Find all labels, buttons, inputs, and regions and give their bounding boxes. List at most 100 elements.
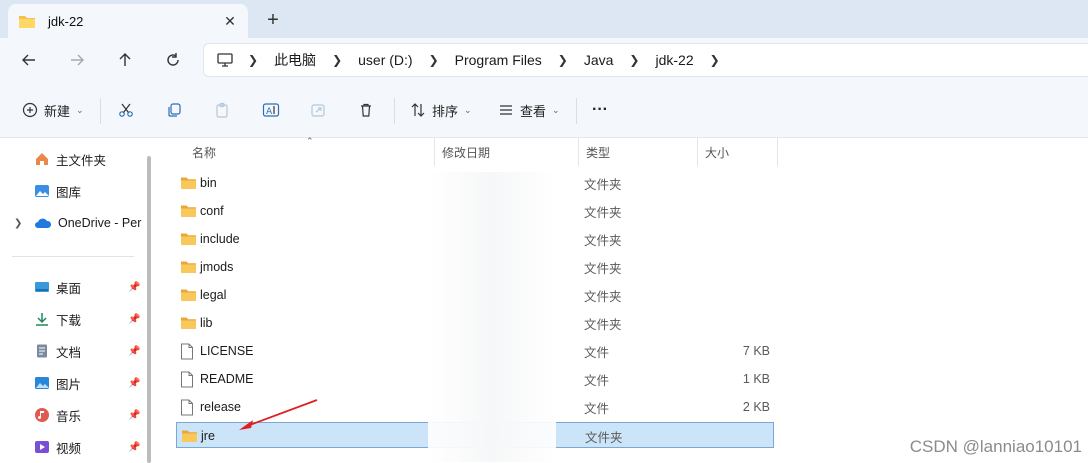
sidebar-item-label: 视频: [56, 441, 82, 456]
new-label: 新建: [44, 103, 71, 119]
pictures-icon: [35, 377, 49, 389]
folder-icon: [180, 198, 197, 224]
share-icon: [311, 104, 325, 117]
column-name-label: 名称: [192, 145, 217, 160]
file-name: include: [200, 232, 240, 246]
column-size-label: 大小: [705, 145, 730, 160]
breadcrumb-drive-d[interactable]: user (D:): [348, 52, 422, 68]
up-button[interactable]: [112, 48, 138, 72]
navigation-bar: ❯ 此电脑 ❯ user (D:) ❯ Program Files ❯ Java…: [0, 38, 1088, 82]
back-arrow-icon: [22, 54, 35, 66]
sidebar-item-label: 下载: [56, 313, 82, 328]
chevron-right-icon: ❯: [332, 53, 343, 67]
file-name: LICENSE: [200, 344, 254, 358]
sidebar-item-home[interactable]: 主文件夹: [34, 148, 106, 170]
videos-icon: [35, 441, 49, 453]
column-divider[interactable]: [777, 138, 778, 166]
sidebar-item-downloads[interactable]: 下载: [34, 308, 81, 330]
delete-button[interactable]: [358, 96, 374, 124]
rename-icon: A: [262, 103, 280, 117]
folder-icon: [181, 289, 196, 301]
file-name: bin: [200, 176, 217, 190]
breadcrumb-program-files[interactable]: Program Files: [445, 52, 552, 68]
divider: [12, 256, 134, 257]
folder-icon: [181, 261, 196, 273]
file-type: 文件夹: [584, 317, 622, 332]
pin-icon[interactable]: 📌: [128, 378, 140, 389]
redacted-dates: [428, 172, 556, 462]
gallery-icon: [35, 185, 49, 197]
file-type: 文件夹: [584, 261, 622, 276]
new-tab-button[interactable]: +: [260, 8, 286, 32]
tab-jdk-22[interactable]: jdk-22 ✕: [8, 4, 248, 38]
address-bar[interactable]: ❯ 此电脑 ❯ user (D:) ❯ Program Files ❯ Java…: [203, 43, 1088, 77]
sidebar-item-gallery[interactable]: 图库: [34, 180, 81, 202]
sidebar-item-videos[interactable]: 视频: [34, 436, 81, 458]
file-icon: [180, 394, 194, 420]
close-icon[interactable]: ✕: [218, 9, 242, 33]
file-icon: [180, 366, 194, 392]
file-type: 文件: [584, 373, 610, 388]
column-header-size[interactable]: 大小: [697, 138, 777, 166]
sidebar-item-documents[interactable]: 文档: [34, 340, 81, 362]
file-icon: [180, 338, 194, 364]
sidebar-item-music[interactable]: 音乐: [34, 404, 81, 426]
file-size: [690, 170, 770, 196]
breadcrumb-this-pc[interactable]: 此电脑: [264, 50, 326, 70]
sidebar-item-desktop[interactable]: 桌面: [34, 276, 81, 298]
refresh-icon: [167, 53, 179, 66]
paste-button[interactable]: [214, 96, 230, 124]
copy-icon: [168, 103, 181, 117]
pin-icon[interactable]: 📌: [128, 314, 140, 325]
column-header-type[interactable]: 类型: [578, 138, 698, 166]
back-button[interactable]: [16, 48, 42, 72]
divider: [576, 98, 577, 124]
pin-icon[interactable]: 📌: [128, 442, 140, 453]
share-button[interactable]: [310, 96, 326, 124]
chevron-right-icon: ❯: [248, 53, 259, 67]
more-options-button[interactable]: ···: [592, 96, 608, 124]
folder-icon: [181, 177, 196, 189]
sidebar-item-label: 桌面: [56, 281, 82, 296]
file-name: conf: [200, 204, 224, 218]
folder-icon: [181, 317, 196, 329]
pin-icon[interactable]: 📌: [128, 346, 140, 357]
sidebar-scrollbar[interactable]: [147, 156, 151, 463]
folder-icon: [181, 205, 196, 217]
file-size: 7 KB: [742, 344, 770, 358]
refresh-button[interactable]: [160, 48, 186, 72]
new-button[interactable]: 新建 ⌄: [22, 96, 84, 124]
file-type: 文件夹: [584, 289, 622, 304]
file-name: README: [200, 372, 254, 386]
sidebar-item-label: 文档: [56, 345, 82, 360]
sort-label: 排序: [432, 103, 459, 119]
file-size: [690, 226, 770, 252]
desktop-icon: [35, 282, 49, 292]
sidebar-item-label: 主文件夹: [56, 153, 107, 168]
folder-icon: [180, 254, 197, 280]
pin-icon[interactable]: 📌: [128, 282, 140, 293]
cut-button[interactable]: [118, 96, 134, 124]
forward-button[interactable]: [64, 48, 90, 72]
tab-title: jdk-22: [48, 13, 84, 29]
sidebar-item-pictures[interactable]: 图片: [34, 372, 81, 394]
view-button[interactable]: 查看 ⌄: [498, 96, 560, 124]
forward-arrow-icon: [71, 54, 84, 66]
sidebar-item-label: OneDrive - Per: [58, 216, 142, 230]
sort-button[interactable]: 排序 ⌄: [410, 96, 472, 124]
chevron-right-icon[interactable]: ❯: [704, 53, 726, 67]
copy-button[interactable]: [166, 96, 182, 124]
pin-icon[interactable]: 📌: [128, 410, 140, 421]
chevron-right-icon: ❯: [629, 53, 640, 67]
rename-button[interactable]: A: [262, 96, 280, 124]
file-icon: [181, 399, 193, 415]
chevron-right-icon[interactable]: ❯: [14, 218, 22, 229]
file-size: [690, 254, 770, 280]
file-name: legal: [200, 288, 227, 302]
breadcrumb-jdk-22[interactable]: jdk-22: [645, 52, 703, 68]
folder-icon: [180, 282, 197, 308]
sidebar-item-onedrive[interactable]: OneDrive - Per: [34, 212, 141, 234]
file-size: [690, 198, 770, 224]
breadcrumb-java[interactable]: Java: [574, 52, 624, 68]
column-header-modified[interactable]: 修改日期: [434, 138, 578, 166]
